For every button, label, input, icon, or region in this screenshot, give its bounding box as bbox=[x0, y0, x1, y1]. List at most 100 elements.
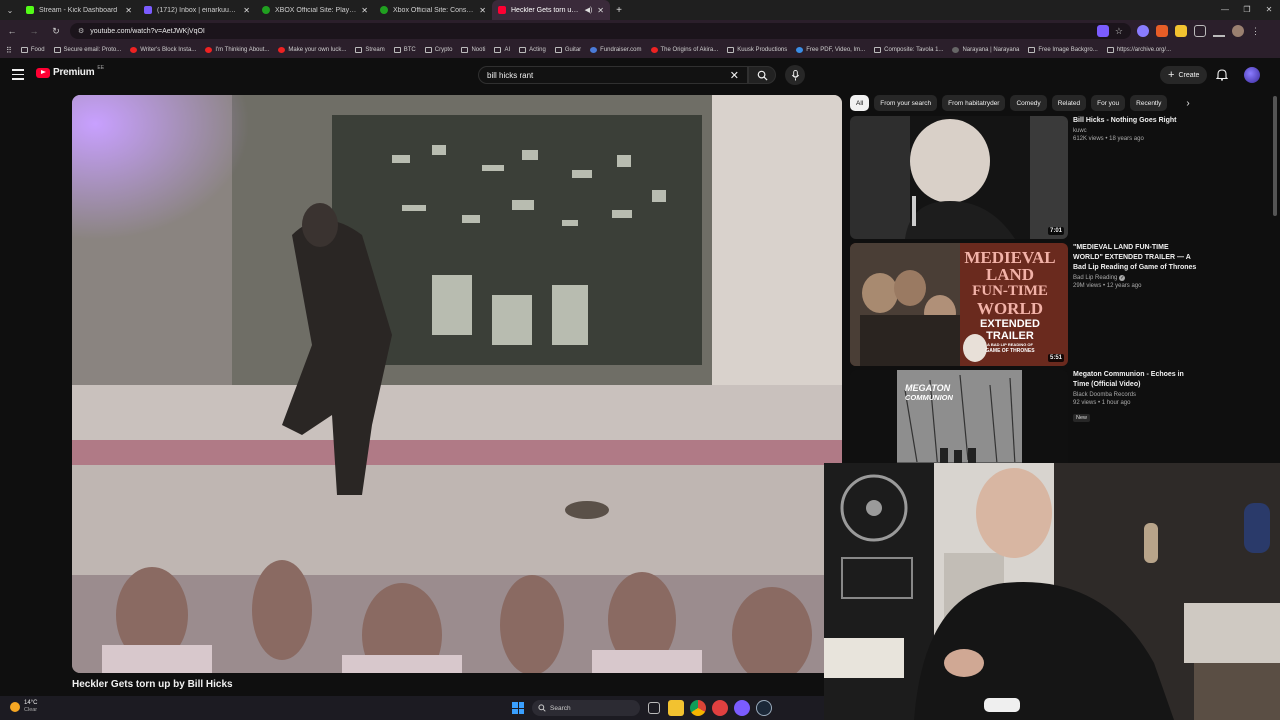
verified-check-icon: ✓ bbox=[1119, 275, 1126, 281]
bookmark-item[interactable]: Narayana | Narayana bbox=[952, 47, 1019, 53]
bookmark-item[interactable]: AI bbox=[494, 47, 510, 53]
extension-icon[interactable] bbox=[1175, 25, 1187, 37]
browser-tab[interactable]: Stream - Kick Dashboard ✕ bbox=[20, 0, 138, 20]
steam-icon[interactable] bbox=[756, 700, 772, 716]
site-info-icon[interactable]: ⚙ bbox=[78, 27, 84, 35]
chip-related[interactable]: Related bbox=[1051, 95, 1087, 111]
thumbnail-word: WORLD bbox=[976, 299, 1044, 318]
bookmark-item[interactable]: Fundraiser.com bbox=[590, 47, 642, 53]
folder-icon bbox=[494, 47, 502, 53]
hamburger-menu-icon[interactable] bbox=[12, 69, 24, 83]
recommended-video[interactable]: MEDIEVAL LAND FUN-TIME WORLD EXTENDED TR… bbox=[850, 243, 1196, 367]
bookmark-item[interactable]: Guitar bbox=[554, 47, 581, 53]
chip-for-you[interactable]: For you bbox=[1091, 95, 1126, 111]
voice-search-button[interactable] bbox=[785, 65, 805, 85]
bookmark-star-icon[interactable]: ☆ bbox=[1115, 26, 1123, 37]
minimize-icon[interactable]: — bbox=[1214, 0, 1236, 20]
recommended-video[interactable]: 7:01 Bill Hicks - Nothing Goes Right kuw… bbox=[850, 116, 1196, 240]
extension-icon[interactable] bbox=[1137, 25, 1149, 37]
search-button[interactable] bbox=[748, 66, 776, 84]
channel-name[interactable]: Black Doomba Records bbox=[1073, 392, 1197, 398]
taskbar-search[interactable]: Search bbox=[532, 700, 640, 716]
new-tab-button[interactable]: + bbox=[610, 5, 628, 16]
microphone-icon bbox=[791, 69, 799, 81]
notifications-bell-icon[interactable] bbox=[1215, 68, 1229, 86]
chip-comedy[interactable]: Comedy bbox=[1010, 95, 1047, 111]
bookmark-item[interactable]: Stream bbox=[355, 47, 385, 53]
weather-widget[interactable]: 14°C Clear bbox=[10, 700, 37, 714]
close-tab-icon[interactable]: ✕ bbox=[125, 6, 132, 15]
video-title[interactable]: Bill Hicks - Nothing Goes Right bbox=[1073, 116, 1197, 126]
video-title[interactable]: Megaton Communion - Echoes in Time (Offi… bbox=[1073, 370, 1197, 390]
kick-icon bbox=[26, 6, 34, 14]
bookmark-item[interactable]: Secure email: Proto... bbox=[53, 47, 121, 53]
bookmark-item[interactable]: Food bbox=[20, 47, 45, 53]
forward-icon[interactable]: → bbox=[26, 26, 42, 36]
close-window-icon[interactable]: ✕ bbox=[1258, 0, 1280, 20]
bookmark-item[interactable]: BTC bbox=[393, 47, 416, 53]
restore-icon[interactable]: ❐ bbox=[1236, 0, 1258, 20]
back-icon[interactable]: ← bbox=[4, 26, 20, 36]
browser-tab[interactable]: (1712) Inbox | einarkuusk@pro ✕ bbox=[138, 0, 256, 20]
scrollbar-thumb[interactable] bbox=[1273, 96, 1277, 216]
browser-tab[interactable]: XBOX Official Site: Play Games ✕ bbox=[256, 0, 374, 20]
bookmark-item[interactable]: The Origins of Akira... bbox=[650, 47, 718, 53]
extension-icon[interactable] bbox=[1096, 25, 1109, 37]
bookmark-item[interactable]: Nooti bbox=[461, 47, 485, 53]
video-thumbnail[interactable]: 7:01 bbox=[850, 116, 1068, 239]
apps-icon[interactable]: ⠿ bbox=[6, 46, 12, 55]
close-tab-icon[interactable]: ✕ bbox=[243, 6, 250, 15]
video-title[interactable]: "MEDIEVAL LAND FUN-TIME WORLD" EXTENDED … bbox=[1073, 243, 1197, 273]
chrome-icon[interactable] bbox=[690, 700, 706, 716]
video-thumbnail[interactable]: MEDIEVAL LAND FUN-TIME WORLD EXTENDED TR… bbox=[850, 243, 1068, 366]
speaker-icon[interactable]: ◀) bbox=[585, 6, 593, 14]
app-icon[interactable] bbox=[712, 700, 728, 716]
chip-recently[interactable]: Recently bbox=[1130, 95, 1168, 111]
address-bar[interactable]: ⚙ youtube.com/watch?v=AetJWKjVqOI ☆ bbox=[70, 23, 1131, 39]
create-button[interactable]: + Create bbox=[1160, 66, 1208, 84]
windows-start-icon[interactable] bbox=[512, 702, 524, 714]
thumbnail-overlay-text: MEDIEVAL LAND FUN-TIME WORLD EXTENDED TR… bbox=[954, 249, 1066, 354]
video-player[interactable] bbox=[72, 95, 842, 673]
chip-from-your-search[interactable]: From your search bbox=[874, 95, 938, 111]
youtube-logo[interactable]: Premium EE bbox=[36, 65, 104, 78]
file-explorer-icon[interactable] bbox=[668, 700, 684, 716]
bookmark-label: AI bbox=[504, 47, 511, 53]
reload-icon[interactable]: ↻ bbox=[48, 26, 64, 37]
close-tab-icon[interactable]: ✕ bbox=[479, 6, 486, 15]
search-input[interactable]: bill hicks rant ✕ bbox=[478, 66, 748, 84]
downloads-icon[interactable] bbox=[1213, 25, 1225, 37]
clear-search-icon[interactable]: ✕ bbox=[730, 69, 739, 82]
bookmark-item[interactable]: Kuusk Productions bbox=[727, 47, 787, 53]
extension-icon[interactable] bbox=[1156, 25, 1168, 37]
menu-icon[interactable]: ⋮ bbox=[1251, 26, 1260, 37]
proton-mail-icon bbox=[144, 6, 152, 14]
browser-tab[interactable]: Xbox Official Site: Consoles, Ga ✕ bbox=[374, 0, 492, 20]
task-view-icon[interactable] bbox=[648, 702, 660, 714]
bookmark-item[interactable]: Acting bbox=[519, 47, 546, 53]
bookmark-item[interactable]: Crypto bbox=[424, 47, 452, 53]
extensions-puzzle-icon[interactable] bbox=[1194, 25, 1206, 37]
bookmark-item[interactable]: Writer's Block Insta... bbox=[130, 47, 196, 53]
chip-all[interactable]: All bbox=[850, 95, 870, 111]
bookmark-item[interactable]: Free PDF, Video, Im... bbox=[796, 47, 865, 53]
tab-title: (1712) Inbox | einarkuusk@pro bbox=[157, 6, 238, 14]
close-tab-icon[interactable]: ✕ bbox=[361, 6, 368, 15]
discord-icon[interactable] bbox=[734, 700, 750, 716]
chevron-right-icon[interactable]: › bbox=[1180, 95, 1196, 111]
bookmark-item[interactable]: https://archive.org/... bbox=[1106, 47, 1171, 53]
channel-name[interactable]: kuwc bbox=[1073, 128, 1197, 134]
bookmark-item[interactable]: Free Image Backgro... bbox=[1028, 47, 1098, 53]
browser-tab-active[interactable]: Heckler Gets torn up by Bill ◀) ✕ bbox=[492, 0, 610, 20]
bookmark-item[interactable]: Composite: Tavola 1... bbox=[874, 47, 943, 53]
channel-name[interactable]: Bad Lip Reading ✓ bbox=[1073, 275, 1197, 281]
chip-from-channel[interactable]: From habitatryder bbox=[942, 95, 1006, 111]
bookmark-item[interactable]: I'm Thinking About... bbox=[205, 47, 269, 53]
profile-avatar[interactable] bbox=[1232, 25, 1244, 37]
close-tab-icon[interactable]: ✕ bbox=[597, 6, 604, 15]
bookmark-item[interactable]: Make your own luck... bbox=[278, 47, 346, 53]
tab-search-icon[interactable]: ⌄ bbox=[0, 0, 20, 20]
user-avatar[interactable] bbox=[1244, 67, 1260, 83]
weather-text: 14°C Clear bbox=[24, 700, 37, 714]
folder-icon bbox=[393, 47, 401, 53]
